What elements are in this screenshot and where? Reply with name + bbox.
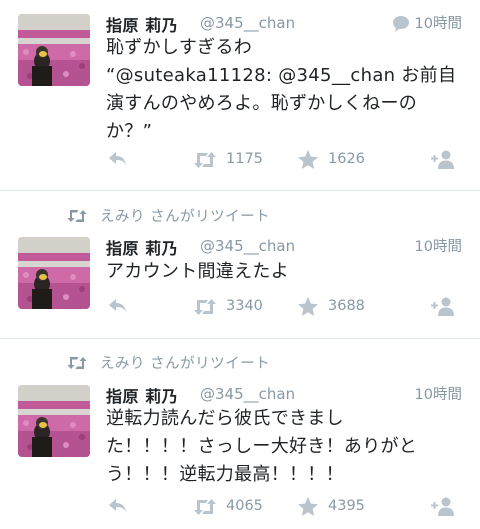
tweet-text: 逆転力読んだら彼氏できまし た！！！！さっしー大好き！ありがと う！！！逆転力最…: [106, 408, 418, 485]
star-icon: [298, 297, 318, 316]
tweet[interactable]: えみり さんがリツイート 指原 莉乃 @345__chan 10時間 アカウント…: [0, 191, 480, 339]
favorite-button[interactable]: 1626: [296, 148, 365, 170]
retweet-icon: [194, 299, 216, 315]
avatar[interactable]: [18, 237, 90, 309]
retweet-context-icon: [67, 210, 87, 222]
tweet-actions: 1175 1626: [106, 148, 466, 172]
avatar[interactable]: [18, 14, 90, 86]
retweet-count: 1175: [226, 151, 263, 167]
speech-bubble-icon: [392, 15, 409, 32]
tweet-author-name[interactable]: 指原 莉乃: [106, 383, 178, 407]
reply-button[interactable]: [106, 295, 128, 315]
tweet[interactable]: 指原 莉乃 @345__chan 10時間 恥ずかしすぎるわ “@suteaka…: [0, 0, 480, 191]
follow-icon: [431, 150, 454, 169]
tweet-author-name[interactable]: 指原 莉乃: [106, 235, 178, 259]
tweet[interactable]: えみり さんがリツイート 指原 莉乃 @345__chan 10時間 逆転力読ん…: [0, 339, 480, 529]
tweet-actions: 4065 4395: [106, 495, 466, 519]
tweet-author-handle[interactable]: @345__chan: [200, 385, 295, 403]
favorite-count: 3688: [328, 298, 365, 314]
tweet-author-name[interactable]: 指原 莉乃: [106, 12, 178, 36]
retweet-button[interactable]: 4065: [192, 495, 263, 517]
favorite-count: 1626: [328, 151, 365, 167]
retweet-context: えみり さんがリツイート: [66, 352, 270, 373]
retweet-button[interactable]: 3340: [192, 295, 263, 317]
reply-icon: [109, 152, 126, 165]
retweet-button[interactable]: 1175: [192, 148, 263, 170]
favorite-count: 4395: [328, 498, 365, 514]
follow-button[interactable]: [430, 295, 456, 317]
favorite-button[interactable]: 3688: [296, 295, 365, 317]
follow-button[interactable]: [430, 495, 456, 517]
reply-button[interactable]: [106, 495, 128, 515]
follow-icon: [431, 297, 454, 316]
retweet-icon: [194, 499, 216, 515]
tweet-author-handle[interactable]: @345__chan: [200, 14, 295, 32]
tweet-timestamp[interactable]: 10時間: [415, 235, 462, 256]
reply-icon: [109, 299, 126, 312]
reply-icon: [109, 499, 126, 512]
follow-icon: [431, 497, 454, 516]
favorite-button[interactable]: 4395: [296, 495, 365, 517]
tweet-timestamp[interactable]: 10時間: [392, 12, 462, 33]
star-icon: [298, 497, 318, 516]
retweet-count: 4065: [226, 498, 263, 514]
reply-button[interactable]: [106, 148, 128, 168]
tweet-text: 恥ずかしすぎるわ “@suteaka11128: @345__chan お前自 …: [106, 37, 457, 142]
avatar[interactable]: [18, 385, 90, 457]
retweet-context-icon: [67, 357, 87, 369]
tweet-actions: 3340 3688: [106, 295, 466, 319]
retweet-icon: [194, 152, 216, 168]
tweet-text: アカウント間違えたよ: [106, 261, 289, 282]
follow-button[interactable]: [430, 148, 456, 170]
tweet-author-handle[interactable]: @345__chan: [200, 237, 295, 255]
retweet-count: 3340: [226, 298, 263, 314]
star-icon: [298, 150, 318, 169]
retweet-context: えみり さんがリツイート: [66, 205, 270, 226]
tweet-timestamp[interactable]: 10時間: [415, 383, 462, 404]
